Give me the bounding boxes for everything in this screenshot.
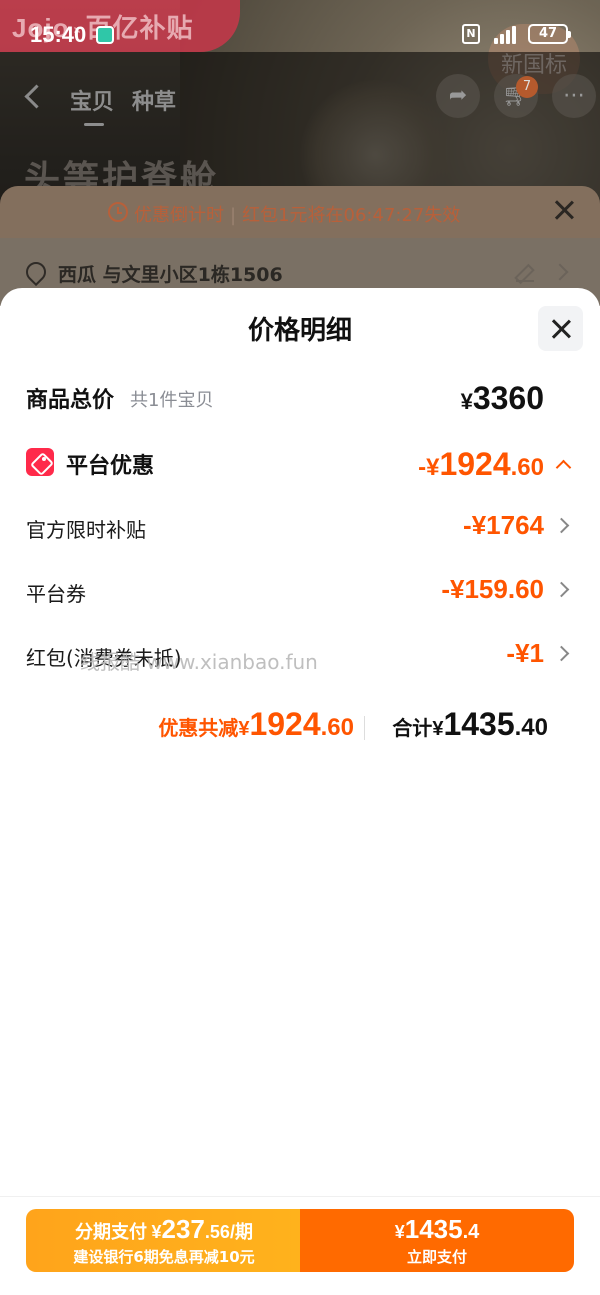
pay-amount: ¥1435.4 (394, 1214, 480, 1244)
detail-row-amount: -¥159.60 (441, 574, 544, 604)
close-icon[interactable] (552, 198, 576, 222)
installment-amount: 分期支付 ¥237.56/期 (75, 1214, 253, 1244)
status-bar: 15:40 N 47 (0, 0, 600, 52)
summary-total: 合计¥1435.40 (392, 706, 548, 742)
coupon-tag-icon (26, 448, 54, 476)
detail-row-amount: -¥1764 (463, 510, 544, 540)
chevron-right-icon[interactable] (553, 645, 570, 662)
summary-discount: 优惠共减¥1924.60 (158, 706, 354, 742)
chevron-right-icon[interactable] (553, 581, 570, 598)
detail-row-label: 官方限时补贴 (26, 518, 146, 542)
bottom-action-bar: 分期支付 ¥237.56/期 建设银行6期免息再减10元 ¥1435.4 立即支… (0, 1196, 600, 1295)
chevron-right-icon[interactable] (553, 517, 570, 534)
edit-icon[interactable] (516, 266, 534, 282)
tab-zhongcao[interactable]: 种草 (132, 84, 176, 116)
pay-label: 立即支付 (406, 1248, 467, 1266)
nfc-icon: N (462, 24, 480, 44)
installment-note: 建设银行6期免息再减10元 (73, 1248, 255, 1266)
clock-icon (108, 202, 128, 222)
back-icon[interactable] (22, 82, 46, 110)
chevron-up-icon[interactable] (555, 459, 572, 476)
detail-row-amount: -¥1 (506, 638, 544, 668)
platform-discount-amount: -¥1924.60 (418, 446, 544, 482)
watermark: 线报酷 www.xianbao.fun (80, 650, 318, 674)
item-count: 共1件宝贝 (130, 390, 214, 411)
total-price-amount: ¥3360 (460, 380, 544, 416)
summary-divider (364, 716, 365, 740)
battery-icon: 47 (528, 24, 571, 44)
sheet-title: 价格明细 (247, 316, 352, 346)
total-price-label: 商品总价 (26, 388, 115, 413)
close-icon (549, 317, 573, 341)
countdown-text: 优惠倒计时 | 红包1元将在06:47:27失效 (134, 205, 461, 226)
share-icon[interactable]: ➦ (436, 74, 480, 118)
pay-now-button[interactable]: ¥1435.4 立即支付 (300, 1209, 574, 1272)
cart-count-badge: 7 (516, 76, 538, 98)
delivery-address[interactable]: 西瓜 与文里小区1栋1506 (58, 260, 283, 287)
app-notification-icon (96, 26, 114, 44)
tab-baobei[interactable]: 宝贝 (70, 84, 114, 126)
detail-row-label: 平台券 (26, 582, 86, 606)
signal-icon (494, 24, 520, 44)
status-time: 15:40 (30, 22, 87, 47)
close-button[interactable] (538, 306, 583, 351)
platform-discount-label: 平台优惠 (66, 454, 155, 479)
price-detail-sheet: 价格明细 商品总价 共1件宝贝 ¥3360 平台优惠 -¥1924.60 官方限… (0, 288, 600, 1295)
installment-pay-button[interactable]: 分期支付 ¥237.56/期 建设银行6期免息再减10元 (26, 1209, 302, 1272)
more-icon[interactable]: ⋯ (552, 74, 596, 118)
price-summary: 优惠共减¥1924.60 合计¥1435.40 (0, 706, 600, 746)
